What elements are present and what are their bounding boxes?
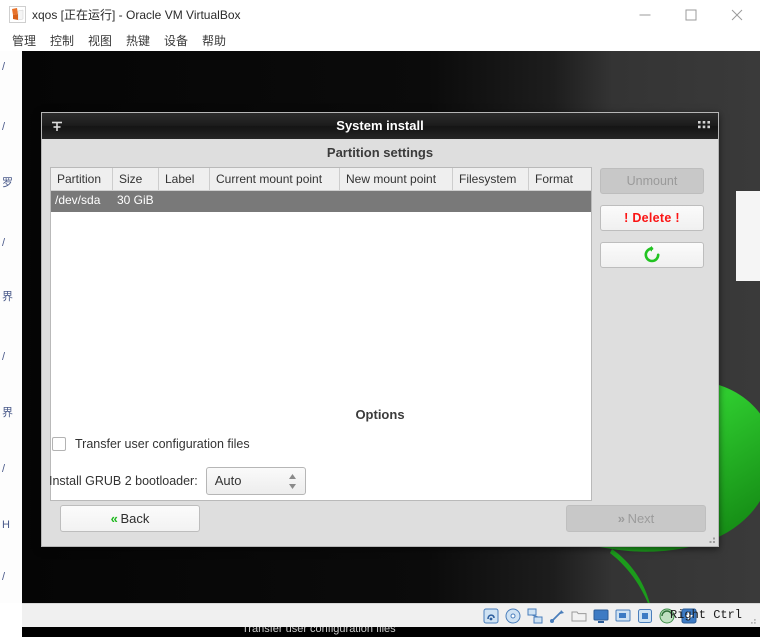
- grub-bootloader-label: Install GRUB 2 bootloader:: [49, 474, 198, 488]
- bg-fragment: H: [2, 519, 10, 531]
- refresh-icon: [644, 245, 660, 262]
- menu-item-control[interactable]: 控制: [50, 32, 74, 49]
- cell-partition: /dev/sda: [55, 193, 101, 207]
- unmount-button-label: Unmount: [626, 174, 678, 188]
- usb-icon[interactable]: [549, 608, 565, 624]
- bg-fragment: /: [2, 121, 6, 133]
- menu-item-view[interactable]: 视图: [88, 32, 112, 49]
- cell-size: 30 GiB: [117, 193, 154, 207]
- virtualbox-window: / / 罗 / 界 / 界 / H / xqos [正在运行] - Oracle…: [0, 0, 760, 637]
- background-window-bottom-sliver: Transfer user configuration files: [22, 627, 760, 637]
- column-header-current-mount-point[interactable]: Current mount point: [210, 168, 340, 190]
- menu-item-help[interactable]: 帮助: [202, 32, 226, 49]
- menu-item-manage[interactable]: 管理: [12, 32, 36, 49]
- next-button-label: Next: [627, 511, 655, 526]
- table-row[interactable]: /dev/sda 30 GiB: [51, 191, 591, 212]
- transfer-user-config-checkbox-row[interactable]: Transfer user configuration files: [52, 435, 250, 453]
- grub-bootloader-select[interactable]: Auto: [205, 467, 306, 495]
- spinner-arrows-icon[interactable]: [288, 473, 297, 490]
- dialog-title: System install: [336, 118, 424, 133]
- chevron-left-icon: «: [110, 511, 118, 526]
- back-button-label: Back: [120, 511, 150, 526]
- optical-disk-icon[interactable]: [505, 608, 521, 624]
- column-header-label[interactable]: Label: [159, 168, 210, 190]
- menu-item-hotkeys[interactable]: 热键: [126, 32, 150, 49]
- bg-fragment: 罗: [2, 177, 13, 189]
- window-titlebar[interactable]: xqos [正在运行] - Oracle VM VirtualBox: [0, 0, 760, 29]
- grub-bootloader-row: Install GRUB 2 bootloader: Auto: [49, 467, 306, 495]
- partition-settings-heading: Partition settings: [326, 145, 434, 160]
- bottom-sliver-text: Transfer user configuration files: [242, 627, 396, 635]
- host-key-label: Right Ctrl: [669, 608, 742, 622]
- window-title: xqos [正在运行] - Oracle VM VirtualBox: [32, 8, 241, 22]
- column-header-size[interactable]: Size: [113, 168, 159, 190]
- resize-grip-icon[interactable]: [705, 533, 716, 544]
- options-heading: Options: [355, 407, 405, 422]
- display-icon[interactable]: [593, 608, 609, 624]
- delete-button-label: ! Delete !: [624, 211, 680, 225]
- background-window-fragment: [736, 191, 760, 281]
- bg-fragment: 界: [2, 291, 13, 303]
- unmount-button[interactable]: Unmount: [600, 168, 704, 194]
- menu-item-devices[interactable]: 设备: [164, 32, 188, 49]
- column-header-filesystem[interactable]: Filesystem: [453, 168, 529, 190]
- delete-button[interactable]: ! Delete !: [600, 205, 704, 231]
- table-header-row: Partition Size Label Current mount point…: [51, 168, 591, 191]
- transfer-user-config-label: Transfer user configuration files: [75, 437, 250, 451]
- system-install-dialog: System install Partition settings Partit…: [41, 112, 719, 547]
- hard-disk-icon[interactable]: [483, 608, 499, 624]
- folder-share-icon[interactable]: [571, 608, 587, 624]
- background-page-fragments: / / 罗 / 界 / 界 / H /: [0, 50, 22, 637]
- close-icon[interactable]: [714, 0, 760, 29]
- minimize-icon[interactable]: [622, 0, 668, 29]
- back-button[interactable]: « Back: [60, 505, 200, 532]
- chevron-right-icon: »: [617, 511, 625, 526]
- bg-fragment: /: [2, 351, 6, 363]
- virtualbox-icon: [9, 6, 26, 23]
- remote-desktop-icon[interactable]: [615, 608, 631, 624]
- virtualbox-menubar: 管理 控制 视图 热键 设备 帮助: [0, 29, 760, 51]
- bg-fragment: /: [2, 571, 6, 583]
- grub-bootloader-value: Auto: [214, 473, 242, 488]
- grid-dots-icon[interactable]: [698, 121, 710, 130]
- bg-fragment: /: [2, 237, 6, 249]
- maximize-icon[interactable]: [668, 0, 714, 29]
- dialog-titlebar[interactable]: System install: [42, 113, 718, 139]
- recording-icon[interactable]: [637, 608, 653, 624]
- bg-fragment: /: [2, 463, 6, 475]
- statusbar-inner: Right Ctrl: [22, 603, 760, 628]
- network-icon[interactable]: [527, 608, 543, 624]
- transfer-user-config-checkbox[interactable]: [52, 437, 66, 451]
- refresh-button[interactable]: [600, 242, 704, 268]
- resize-grip-icon[interactable]: [748, 616, 757, 625]
- column-header-new-mount-point[interactable]: New mount point: [340, 168, 453, 190]
- column-header-format[interactable]: Format: [529, 168, 591, 190]
- bg-fragment: /: [2, 61, 6, 73]
- next-button[interactable]: » Next: [566, 505, 706, 532]
- bg-fragment: 界: [2, 407, 13, 419]
- column-header-partition[interactable]: Partition: [51, 168, 113, 190]
